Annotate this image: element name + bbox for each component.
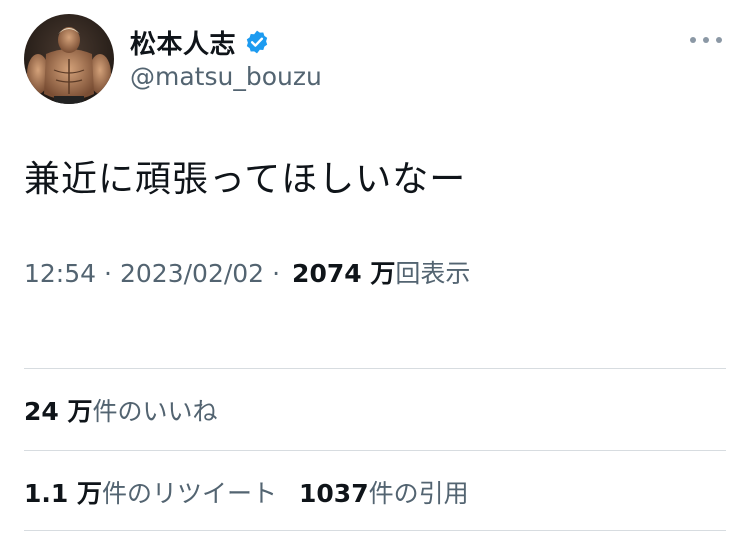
tweet-meta: 12:54 · 2023/02/02 · 2074 万 回表示 bbox=[24, 254, 470, 290]
retweets-label: 件のリツイート bbox=[102, 479, 278, 508]
tweet-date[interactable]: 2023/02/02 bbox=[120, 259, 264, 288]
divider bbox=[24, 368, 726, 369]
author-handle[interactable]: @matsu_bouzu bbox=[130, 62, 322, 91]
retweets-row: 1.1 万 件のリツイート 1037 件の引用 bbox=[24, 474, 469, 510]
tweet-detail: 松本人志 @matsu_bouzu 兼近に頑張ってほしいなー 12:54 · 2… bbox=[0, 0, 750, 534]
likes-row: 24 万 件のいいね bbox=[24, 392, 218, 428]
divider bbox=[24, 450, 726, 451]
display-name[interactable]: 松本人志 bbox=[130, 24, 236, 61]
retweets-count: 1.1 万 bbox=[24, 479, 102, 508]
likes-stat[interactable]: 24 万 件のいいね bbox=[24, 392, 218, 428]
author-name-row: 松本人志 bbox=[130, 24, 270, 60]
more-dot bbox=[703, 37, 709, 43]
avatar[interactable] bbox=[24, 14, 114, 104]
tweet-time[interactable]: 12:54 bbox=[24, 259, 96, 288]
tweet-text: 兼近に頑張ってほしいなー bbox=[24, 159, 467, 200]
quotes-stat[interactable]: 1037 件の引用 bbox=[299, 474, 469, 510]
meta-separator: · bbox=[272, 259, 281, 288]
divider bbox=[24, 530, 726, 531]
retweets-stat[interactable]: 1.1 万 件のリツイート bbox=[24, 474, 277, 510]
likes-label: 件のいいね bbox=[92, 397, 218, 426]
more-icon[interactable] bbox=[690, 32, 722, 48]
views-label: 回表示 bbox=[395, 259, 471, 288]
quotes-label: 件の引用 bbox=[368, 479, 469, 508]
more-dot bbox=[716, 37, 722, 43]
views-count: 2074 万 bbox=[292, 259, 396, 288]
verified-badge-icon bbox=[244, 29, 270, 55]
quotes-count: 1037 bbox=[299, 479, 369, 508]
more-dot bbox=[690, 37, 696, 43]
meta-separator: · bbox=[104, 259, 112, 288]
likes-count: 24 万 bbox=[24, 397, 93, 426]
